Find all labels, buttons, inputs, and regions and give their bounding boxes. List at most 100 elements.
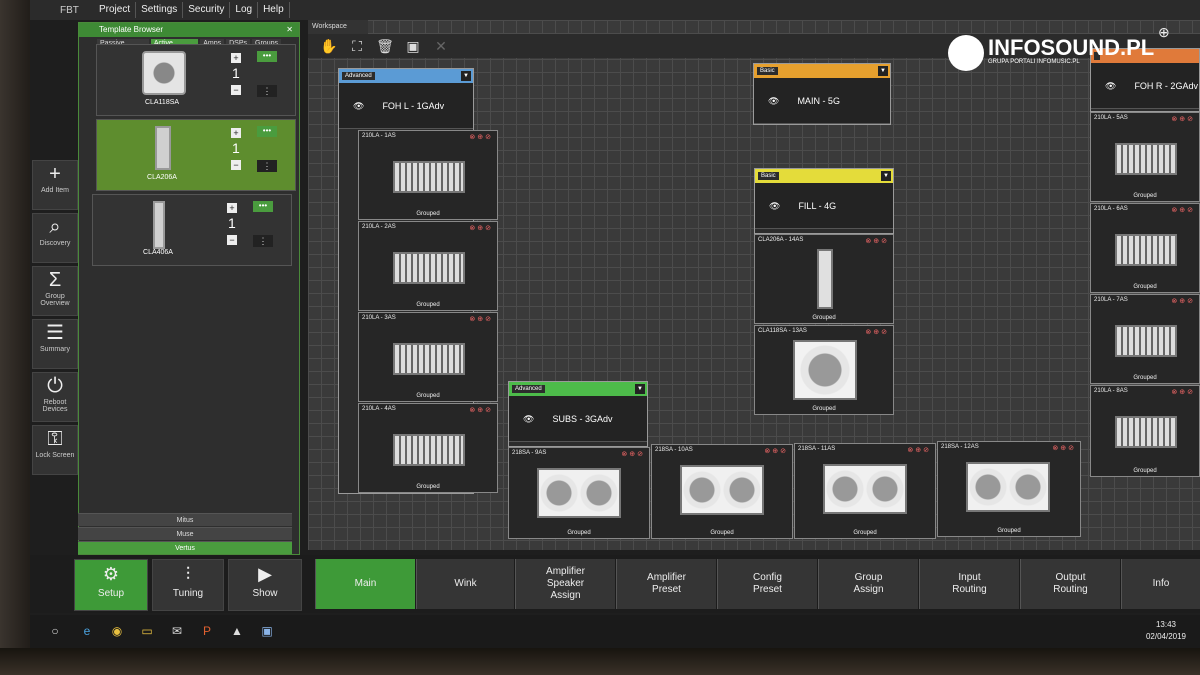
summary-button[interactable]: ☰ Summary [32, 319, 78, 369]
speaker-template-cla118sa[interactable]: CLA118SA + 1 − ••• ⋮ [96, 44, 296, 116]
active-app-icon[interactable]: ▣ [258, 622, 276, 640]
more-options-button[interactable]: ••• [253, 201, 273, 212]
cabinet-210la-3as[interactable]: 210LA - 3AS ⊗⊕⊘ Grouped [358, 312, 498, 402]
cabinet-controls-icon[interactable]: ⊗⊕⊘ [1171, 388, 1195, 396]
lock-screen-button[interactable]: ⚿ Lock Screen [32, 425, 78, 475]
cabinet-controls-icon[interactable]: ⊗⊕⊘ [469, 315, 493, 323]
cabinet-controls-icon[interactable]: ⊗⊕⊘ [1052, 444, 1076, 452]
add-item-button[interactable]: + Add Item [32, 160, 78, 210]
app-wolf-icon[interactable]: ▲ [228, 622, 246, 640]
increment-button[interactable]: + [231, 128, 241, 138]
cabinet-cla118sa-13as[interactable]: CLA118SA - 13AS ⊗⊕⊘ Grouped [754, 325, 894, 415]
speaker-template-cla206a[interactable]: CLA206A + 1 − ••• ⋮ [96, 119, 296, 191]
tab-group-assign[interactable]: Group Assign [818, 559, 918, 609]
cabinet-controls-icon[interactable]: ⊗⊕⊘ [907, 446, 931, 454]
cabinet-controls-icon[interactable]: ⊗⊕⊘ [621, 450, 645, 458]
cabinet-210la-1as[interactable]: 210LA - 1AS ⊗⊕⊘ Grouped [358, 130, 498, 220]
kebab-menu-icon[interactable]: ⋮ [257, 85, 277, 97]
cabinet-218sa-10as[interactable]: 218SA - 10AS ⊗⊕⊘ Grouped [651, 444, 793, 539]
decrement-button[interactable]: − [227, 235, 237, 245]
menu-project[interactable]: Project [94, 2, 137, 18]
taskbar-clock[interactable]: 13:43 02/04/2019 [1146, 619, 1186, 643]
eye-icon[interactable]: 👁 [768, 96, 779, 106]
cabinet-210la-2as[interactable]: 210LA - 2AS ⊗⊕⊘ Grouped [358, 221, 498, 311]
edge-browser-icon[interactable]: e [78, 622, 96, 640]
chevron-down-icon[interactable]: ▼ [461, 71, 471, 81]
group-overview-button[interactable]: Σ Group Overview [32, 266, 78, 316]
tab-wink[interactable]: Wink [416, 559, 514, 609]
cabinet-218sa-12as[interactable]: 218SA - 12AS ⊗⊕⊘ Grouped [937, 441, 1081, 537]
tab-config-preset[interactable]: Config Preset [717, 559, 817, 609]
tab-info[interactable]: Info [1121, 559, 1200, 609]
group-main[interactable]: Basic ▼ 👁 MAIN - 5G [753, 63, 891, 125]
group-fill[interactable]: Basic ▼ 👁 FILL - 4G [754, 168, 894, 234]
increment-button[interactable]: + [227, 203, 237, 213]
decrement-button[interactable]: − [231, 85, 241, 95]
cabinet-controls-icon[interactable]: ⊗⊕⊘ [1171, 115, 1195, 123]
fit-view-icon[interactable]: ⛶ [346, 36, 368, 56]
tab-amplifier-speaker-assign[interactable]: Amplifier Speaker Assign [515, 559, 615, 609]
template-item-mitus[interactable]: Mitus [78, 513, 292, 526]
cabinet-id: 210LA - 7AS [1094, 297, 1128, 303]
tab-main[interactable]: Main [315, 559, 415, 609]
image-icon[interactable]: ▣ [402, 36, 424, 56]
cabinet-210la-5as[interactable]: 210LA - 5AS ⊗⊕⊘ Grouped [1090, 112, 1200, 202]
cabinet-controls-icon[interactable]: ⊗⊕⊘ [469, 224, 493, 232]
group-subs[interactable]: Advanced ▼ 👁 SUBS - 3GAdv [508, 381, 648, 447]
windows-start-icon[interactable]: ⊞ [30, 622, 32, 640]
menu-security[interactable]: Security [183, 2, 231, 18]
menu-log[interactable]: Log [230, 2, 259, 18]
tab-amplifier-preset[interactable]: Amplifier Preset [616, 559, 716, 609]
eye-icon[interactable]: 👁 [523, 414, 534, 424]
workspace-canvas[interactable]: Workspace ✋ ⛶ 🗑 ▣ ✕ ⊕ Advanced ▼ 👁 FOH L -… [308, 20, 1200, 550]
cabinet-210la-6as[interactable]: 210LA - 6AS ⊗⊕⊘ Grouped [1090, 203, 1200, 293]
setup-button[interactable]: ⚙ Setup [74, 559, 148, 611]
tab-input-routing[interactable]: Input Routing [919, 559, 1019, 609]
tuning-button[interactable]: ⫶ Tuning [152, 559, 224, 611]
mail-icon[interactable]: ✉ [168, 622, 186, 640]
eye-icon[interactable]: 👁 [1105, 81, 1116, 91]
cabinet-controls-icon[interactable]: ⊗⊕⊘ [469, 133, 493, 141]
cabinet-218sa-11as[interactable]: 218SA - 11AS ⊗⊕⊘ Grouped [794, 443, 936, 539]
chevron-down-icon[interactable]: ▼ [878, 66, 888, 76]
menu-settings[interactable]: Settings [136, 2, 184, 18]
cabinet-controls-icon[interactable]: ⊗⊕⊘ [764, 447, 788, 455]
cabinet-status: Grouped [853, 530, 877, 536]
cabinet-cla206a-14as[interactable]: CLA206A - 14AS ⊗⊕⊘ Grouped [754, 234, 894, 324]
menu-help[interactable]: Help [258, 2, 290, 18]
decrement-button[interactable]: − [231, 160, 241, 170]
powerpoint-icon[interactable]: P [198, 622, 216, 640]
reboot-devices-button[interactable]: ⏻ Reboot Devices [32, 372, 78, 422]
more-options-button[interactable]: ••• [257, 126, 277, 137]
tab-output-routing[interactable]: Output Routing [1020, 559, 1120, 609]
cabinet-controls-icon[interactable]: ⊗⊕⊘ [865, 328, 889, 336]
speaker-template-cla406a[interactable]: CLA406A + 1 − ••• ⋮ [92, 194, 292, 266]
chevron-down-icon[interactable]: ▼ [635, 384, 645, 394]
cabinet-218sa-9as[interactable]: 218SA - 9AS ⊗⊕⊘ Grouped [508, 447, 650, 539]
more-options-button[interactable]: ••• [257, 51, 277, 62]
discovery-button[interactable]: ⌕ Discovery [32, 213, 78, 263]
cabinet-controls-icon[interactable]: ⊗⊕⊘ [865, 237, 889, 245]
kebab-menu-icon[interactable]: ⋮ [253, 235, 273, 247]
template-item-muse[interactable]: Muse [78, 527, 292, 540]
hand-icon[interactable]: ✋ [318, 36, 340, 56]
cabinet-controls-icon[interactable]: ⊗⊕⊘ [469, 406, 493, 414]
eye-icon[interactable]: 👁 [769, 201, 780, 211]
kebab-menu-icon[interactable]: ⋮ [257, 160, 277, 172]
template-item-vertus[interactable]: Vertus [78, 541, 292, 554]
chrome-browser-icon[interactable]: ◉ [108, 622, 126, 640]
show-button[interactable]: ▶ Show [228, 559, 302, 611]
cabinet-210la-8as[interactable]: 210LA - 8AS ⊗⊕⊘ Grouped [1090, 385, 1200, 477]
cabinet-210la-4as[interactable]: 210LA - 4AS ⊗⊕⊘ Grouped [358, 403, 498, 493]
speaker-name: CLA406A [143, 249, 173, 256]
chevron-down-icon[interactable]: ▼ [881, 171, 891, 181]
cabinet-controls-icon[interactable]: ⊗⊕⊘ [1171, 206, 1195, 214]
trash-icon[interactable]: 🗑 [374, 36, 396, 56]
cabinet-210la-7as[interactable]: 210LA - 7AS ⊗⊕⊘ Grouped [1090, 294, 1200, 384]
search-circle-icon[interactable]: ○ [46, 622, 64, 640]
close-icon[interactable]: ✕ [286, 23, 293, 37]
cabinet-controls-icon[interactable]: ⊗⊕⊘ [1171, 297, 1195, 305]
file-explorer-icon[interactable]: ▭ [138, 622, 156, 640]
eye-icon[interactable]: 👁 [353, 101, 364, 111]
increment-button[interactable]: + [231, 53, 241, 63]
